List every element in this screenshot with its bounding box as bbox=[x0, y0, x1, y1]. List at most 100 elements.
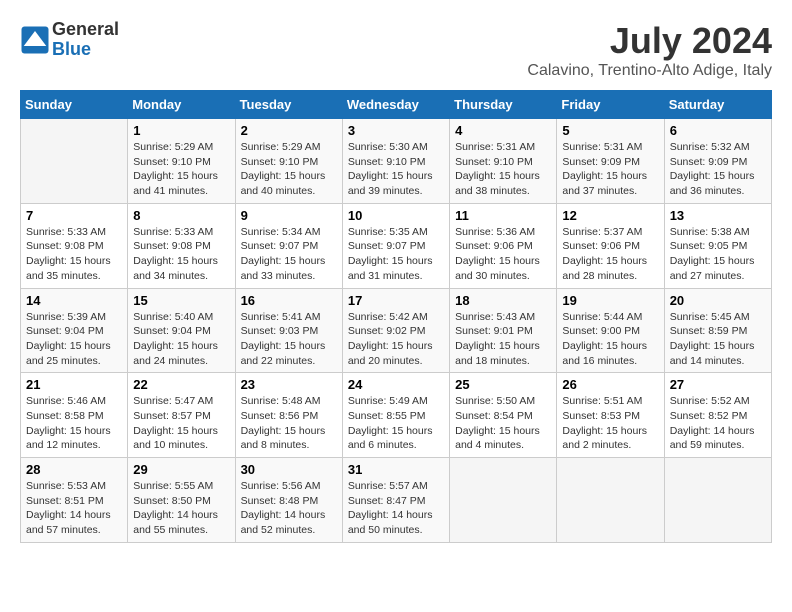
calendar-cell: 28 Sunrise: 5:53 AMSunset: 8:51 PMDayligh… bbox=[21, 458, 128, 543]
day-number: 20 bbox=[670, 293, 766, 308]
weekday-header-friday: Friday bbox=[557, 91, 664, 119]
day-number: 31 bbox=[348, 462, 444, 477]
calendar-cell: 9 Sunrise: 5:34 AMSunset: 9:07 PMDaylight… bbox=[235, 203, 342, 288]
location-title: Calavino, Trentino-Alto Adige, Italy bbox=[527, 62, 772, 80]
cell-details: Sunrise: 5:33 AMSunset: 9:08 PMDaylight:… bbox=[133, 225, 229, 284]
day-number: 11 bbox=[455, 208, 551, 223]
day-number: 16 bbox=[241, 293, 337, 308]
cell-details: Sunrise: 5:56 AMSunset: 8:48 PMDaylight:… bbox=[241, 479, 337, 538]
calendar-cell: 2 Sunrise: 5:29 AMSunset: 9:10 PMDaylight… bbox=[235, 119, 342, 204]
calendar-cell: 25 Sunrise: 5:50 AMSunset: 8:54 PMDayligh… bbox=[450, 373, 557, 458]
cell-details: Sunrise: 5:34 AMSunset: 9:07 PMDaylight:… bbox=[241, 225, 337, 284]
cell-details: Sunrise: 5:40 AMSunset: 9:04 PMDaylight:… bbox=[133, 310, 229, 369]
page-header: General Blue July 2024 Calavino, Trentin… bbox=[20, 20, 772, 80]
week-row-4: 21 Sunrise: 5:46 AMSunset: 8:58 PMDayligh… bbox=[21, 373, 772, 458]
calendar-table: SundayMondayTuesdayWednesdayThursdayFrid… bbox=[20, 90, 772, 543]
day-number: 7 bbox=[26, 208, 122, 223]
day-number: 25 bbox=[455, 377, 551, 392]
day-number: 14 bbox=[26, 293, 122, 308]
day-number: 1 bbox=[133, 123, 229, 138]
day-number: 23 bbox=[241, 377, 337, 392]
day-number: 4 bbox=[455, 123, 551, 138]
day-number: 22 bbox=[133, 377, 229, 392]
cell-details: Sunrise: 5:51 AMSunset: 8:53 PMDaylight:… bbox=[562, 394, 658, 453]
day-number: 3 bbox=[348, 123, 444, 138]
calendar-cell bbox=[557, 458, 664, 543]
calendar-cell: 20 Sunrise: 5:45 AMSunset: 8:59 PMDayligh… bbox=[664, 288, 771, 373]
cell-details: Sunrise: 5:50 AMSunset: 8:54 PMDaylight:… bbox=[455, 394, 551, 453]
cell-details: Sunrise: 5:38 AMSunset: 9:05 PMDaylight:… bbox=[670, 225, 766, 284]
day-number: 13 bbox=[670, 208, 766, 223]
title-block: July 2024 Calavino, Trentino-Alto Adige,… bbox=[527, 20, 772, 80]
day-number: 5 bbox=[562, 123, 658, 138]
calendar-cell: 24Sunrise: 5:49 AMSunset: 8:55 PMDayligh… bbox=[342, 373, 449, 458]
calendar-cell: 10 Sunrise: 5:35 AMSunset: 9:07 PMDayligh… bbox=[342, 203, 449, 288]
day-number: 15 bbox=[133, 293, 229, 308]
cell-details: Sunrise: 5:48 AMSunset: 8:56 PMDaylight:… bbox=[241, 394, 337, 453]
logo-text: General Blue bbox=[52, 20, 119, 60]
day-number: 27 bbox=[670, 377, 766, 392]
cell-details: Sunrise: 5:49 AMSunset: 8:55 PMDaylight:… bbox=[348, 394, 444, 453]
logo: General Blue bbox=[20, 20, 119, 60]
calendar-cell: 4Sunrise: 5:31 AMSunset: 9:10 PMDaylight… bbox=[450, 119, 557, 204]
calendar-cell: 3 Sunrise: 5:30 AMSunset: 9:10 PMDaylight… bbox=[342, 119, 449, 204]
day-number: 21 bbox=[26, 377, 122, 392]
calendar-cell: 26 Sunrise: 5:51 AMSunset: 8:53 PMDayligh… bbox=[557, 373, 664, 458]
cell-details: Sunrise: 5:43 AMSunset: 9:01 PMDaylight:… bbox=[455, 310, 551, 369]
calendar-cell bbox=[21, 119, 128, 204]
calendar-cell: 17Sunrise: 5:42 AMSunset: 9:02 PMDayligh… bbox=[342, 288, 449, 373]
calendar-cell: 18 Sunrise: 5:43 AMSunset: 9:01 PMDayligh… bbox=[450, 288, 557, 373]
cell-details: Sunrise: 5:33 AMSunset: 9:08 PMDaylight:… bbox=[26, 225, 122, 284]
day-number: 29 bbox=[133, 462, 229, 477]
cell-details: Sunrise: 5:53 AMSunset: 8:51 PMDaylight:… bbox=[26, 479, 122, 538]
weekday-header-thursday: Thursday bbox=[450, 91, 557, 119]
day-number: 9 bbox=[241, 208, 337, 223]
cell-details: Sunrise: 5:37 AMSunset: 9:06 PMDaylight:… bbox=[562, 225, 658, 284]
cell-details: Sunrise: 5:44 AMSunset: 9:00 PMDaylight:… bbox=[562, 310, 658, 369]
cell-details: Sunrise: 5:55 AMSunset: 8:50 PMDaylight:… bbox=[133, 479, 229, 538]
logo-line2: Blue bbox=[52, 39, 91, 59]
cell-details: Sunrise: 5:45 AMSunset: 8:59 PMDaylight:… bbox=[670, 310, 766, 369]
day-number: 19 bbox=[562, 293, 658, 308]
calendar-cell: 11 Sunrise: 5:36 AMSunset: 9:06 PMDayligh… bbox=[450, 203, 557, 288]
cell-details: Sunrise: 5:52 AMSunset: 8:52 PMDaylight:… bbox=[670, 394, 766, 453]
day-number: 18 bbox=[455, 293, 551, 308]
cell-details: Sunrise: 5:35 AMSunset: 9:07 PMDaylight:… bbox=[348, 225, 444, 284]
calendar-cell: 13 Sunrise: 5:38 AMSunset: 9:05 PMDayligh… bbox=[664, 203, 771, 288]
calendar-cell: 30 Sunrise: 5:56 AMSunset: 8:48 PMDayligh… bbox=[235, 458, 342, 543]
logo-line1: General bbox=[52, 19, 119, 39]
cell-details: Sunrise: 5:32 AMSunset: 9:09 PMDaylight:… bbox=[670, 140, 766, 199]
day-number: 30 bbox=[241, 462, 337, 477]
day-number: 12 bbox=[562, 208, 658, 223]
cell-details: Sunrise: 5:41 AMSunset: 9:03 PMDaylight:… bbox=[241, 310, 337, 369]
logo-icon bbox=[20, 25, 50, 55]
week-row-5: 28 Sunrise: 5:53 AMSunset: 8:51 PMDayligh… bbox=[21, 458, 772, 543]
calendar-cell: 6Sunrise: 5:32 AMSunset: 9:09 PMDaylight… bbox=[664, 119, 771, 204]
cell-details: Sunrise: 5:29 AMSunset: 9:10 PMDaylight:… bbox=[241, 140, 337, 199]
weekday-header-wednesday: Wednesday bbox=[342, 91, 449, 119]
calendar-cell: 16 Sunrise: 5:41 AMSunset: 9:03 PMDayligh… bbox=[235, 288, 342, 373]
calendar-cell: 15 Sunrise: 5:40 AMSunset: 9:04 PMDayligh… bbox=[128, 288, 235, 373]
calendar-cell bbox=[664, 458, 771, 543]
cell-details: Sunrise: 5:31 AMSunset: 9:09 PMDaylight:… bbox=[562, 140, 658, 199]
week-row-3: 14 Sunrise: 5:39 AMSunset: 9:04 PMDayligh… bbox=[21, 288, 772, 373]
cell-details: Sunrise: 5:39 AMSunset: 9:04 PMDaylight:… bbox=[26, 310, 122, 369]
calendar-cell: 22Sunrise: 5:47 AMSunset: 8:57 PMDayligh… bbox=[128, 373, 235, 458]
day-number: 17 bbox=[348, 293, 444, 308]
weekday-header-sunday: Sunday bbox=[21, 91, 128, 119]
calendar-cell: 27 Sunrise: 5:52 AMSunset: 8:52 PMDayligh… bbox=[664, 373, 771, 458]
calendar-cell: 29 Sunrise: 5:55 AMSunset: 8:50 PMDayligh… bbox=[128, 458, 235, 543]
calendar-cell: 1 Sunrise: 5:29 AMSunset: 9:10 PMDaylight… bbox=[128, 119, 235, 204]
calendar-cell: 31Sunrise: 5:57 AMSunset: 8:47 PMDayligh… bbox=[342, 458, 449, 543]
cell-details: Sunrise: 5:36 AMSunset: 9:06 PMDaylight:… bbox=[455, 225, 551, 284]
calendar-cell: 12 Sunrise: 5:37 AMSunset: 9:06 PMDayligh… bbox=[557, 203, 664, 288]
day-number: 26 bbox=[562, 377, 658, 392]
cell-details: Sunrise: 5:30 AMSunset: 9:10 PMDaylight:… bbox=[348, 140, 444, 199]
calendar-cell: 8Sunrise: 5:33 AMSunset: 9:08 PMDaylight… bbox=[128, 203, 235, 288]
cell-details: Sunrise: 5:29 AMSunset: 9:10 PMDaylight:… bbox=[133, 140, 229, 199]
day-number: 10 bbox=[348, 208, 444, 223]
day-number: 2 bbox=[241, 123, 337, 138]
week-row-1: 1 Sunrise: 5:29 AMSunset: 9:10 PMDaylight… bbox=[21, 119, 772, 204]
cell-details: Sunrise: 5:46 AMSunset: 8:58 PMDaylight:… bbox=[26, 394, 122, 453]
day-number: 28 bbox=[26, 462, 122, 477]
